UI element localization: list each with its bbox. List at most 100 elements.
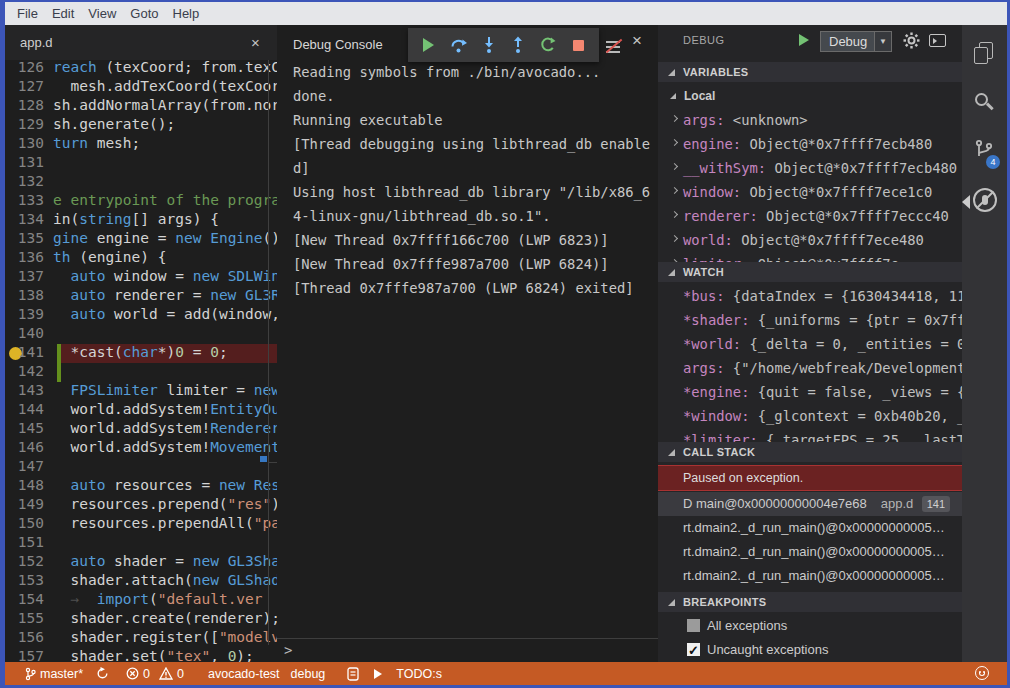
console-line: Reading symbols from ./bin/avocado... xyxy=(277,60,658,84)
expand-icon[interactable] xyxy=(671,187,678,194)
gear-icon[interactable] xyxy=(903,32,920,49)
step-out-button[interactable] xyxy=(508,35,528,55)
watch-row[interactable]: *world: {_delta = 0, _entities = 0… xyxy=(658,332,962,356)
project-item[interactable]: avocado-test xyxy=(208,667,280,681)
scope-local[interactable]: Local xyxy=(658,84,962,108)
todo-item[interactable]: TODO:s xyxy=(396,667,442,681)
variable-row[interactable]: args: <unknown> xyxy=(658,108,962,132)
open-console-icon[interactable] xyxy=(929,34,946,47)
checkbox[interactable] xyxy=(687,643,700,656)
code-line: 127 mesh.addTexCoord(texCoor xyxy=(5,77,277,96)
explorer-icon[interactable] xyxy=(973,42,995,66)
play-icon xyxy=(374,669,382,679)
expand-icon[interactable] xyxy=(671,235,678,242)
stop-button[interactable] xyxy=(568,35,588,55)
window-border-top xyxy=(0,0,1010,2)
stack-frame-row[interactable]: rt.dmain2._d_run_main()@0x00000000005… xyxy=(658,564,962,588)
watch-row[interactable]: args: {"/home/webfreak/Development… xyxy=(658,356,962,380)
step-over-button[interactable] xyxy=(449,35,469,55)
variable-row[interactable]: renderer: Object@*0x7ffff7eccc40 xyxy=(658,204,962,228)
continue-button[interactable] xyxy=(419,35,439,55)
breakpoint-row[interactable]: Uncaught exceptions xyxy=(658,638,962,662)
variable-row[interactable]: world: Object@*0x7ffff7ece480 xyxy=(658,228,962,252)
stack-frame-row[interactable]: D main@0x00000000004e7e68app.d141 xyxy=(658,492,962,516)
menu-view[interactable]: View xyxy=(81,6,123,21)
watch-row[interactable]: *bus: {dataIndex = {1630434418, 11… xyxy=(658,284,962,308)
code-text: sh.generate(); xyxy=(44,116,175,132)
variable-row[interactable]: __withSym: Object@*0x7ffff7ecb480 xyxy=(658,156,962,180)
line-number: 157 xyxy=(5,647,44,662)
errors-item[interactable]: 0 xyxy=(126,667,150,681)
start-debug-icon[interactable] xyxy=(799,34,809,46)
code-line: 135gine engine = new Engine() xyxy=(5,229,277,248)
watch-row[interactable]: *window: {_glcontext = 0xb40b20, _… xyxy=(658,404,962,428)
watch-row[interactable]: *limiter: {_targetFPS = 25, _lastT… xyxy=(658,428,962,442)
chevron-down-icon: ▼ xyxy=(874,32,891,51)
search-icon[interactable] xyxy=(973,92,995,116)
scm-badge: 4 xyxy=(986,155,1000,169)
debug-config-dropdown[interactable]: Debug ▼ xyxy=(820,31,892,52)
editor-scrollbar[interactable] xyxy=(268,60,269,645)
expand-icon[interactable] xyxy=(671,115,678,122)
code-text: auto world = add(window, xyxy=(44,306,277,322)
window-border-left xyxy=(0,0,5,688)
overview-cursor-marker xyxy=(260,456,267,462)
tab-app-d[interactable]: app.d × xyxy=(5,25,277,60)
console-input-divider xyxy=(277,638,658,639)
stack-frame-row[interactable]: rt.dmain2._d_run_main()@0x00000000005… xyxy=(658,540,962,564)
vscode-window: File Edit View Goto Help app.d × 126reac… xyxy=(0,0,1010,688)
line-number: 136 xyxy=(5,248,44,267)
menu-goto[interactable]: Goto xyxy=(123,6,165,21)
watch-row[interactable]: *shader: {_uniforms = {ptr = 0x7ff… xyxy=(658,308,962,332)
expand-icon[interactable] xyxy=(671,211,678,218)
section-header-watch[interactable]: WATCH xyxy=(658,262,962,282)
debug-mode-item[interactable]: debug xyxy=(291,667,326,681)
code-editor[interactable]: 126reach (texCoord; from.texC 127 mesh.a… xyxy=(5,60,277,662)
restart-button[interactable] xyxy=(538,35,558,55)
menu-help[interactable]: Help xyxy=(166,6,207,21)
variable-row[interactable]: engine: Object@*0x7ffff7ecb480 xyxy=(658,132,962,156)
variable-row[interactable]: window: Object@*0x7ffff7ece1c0 xyxy=(658,180,962,204)
code-line: 144 world.addSystem!EntityOu xyxy=(5,400,277,419)
console-line: done. xyxy=(277,84,658,108)
stack-frame-row[interactable]: rt.dmain2._d_run_main()@0x00000000005… xyxy=(658,516,962,540)
repl-prompt[interactable]: > xyxy=(284,642,292,658)
code-text xyxy=(44,458,53,474)
expand-icon[interactable] xyxy=(671,163,678,170)
sync-item[interactable] xyxy=(96,667,109,680)
close-icon[interactable]: × xyxy=(251,34,260,51)
section-header-call-stack[interactable]: CALL STACK xyxy=(658,442,962,462)
close-icon[interactable]: × xyxy=(632,31,642,51)
expand-icon[interactable] xyxy=(671,139,678,146)
line-number: 126 xyxy=(5,60,44,77)
menu-file[interactable]: File xyxy=(10,6,45,21)
step-into-button[interactable] xyxy=(479,35,499,55)
tab-title: app.d xyxy=(20,35,53,50)
console-line: d] xyxy=(277,156,658,180)
output-file-item[interactable] xyxy=(347,667,359,681)
section-header-breakpoints[interactable]: BREAKPOINTS xyxy=(658,592,962,612)
line-number: 140 xyxy=(5,324,44,343)
source-control-icon[interactable]: 4 xyxy=(973,138,997,164)
breakpoint-row[interactable]: All exceptions xyxy=(658,614,962,638)
variable-row[interactable]: limiter: Object@*0x7ffff7e xyxy=(658,252,962,262)
run-task-item[interactable] xyxy=(374,669,382,679)
watch-row[interactable]: *engine: {quit = false, _views = {… xyxy=(658,380,962,404)
collapse-icon xyxy=(670,93,676,99)
menu-edit[interactable]: Edit xyxy=(45,6,81,21)
debug-icon[interactable] xyxy=(973,188,997,212)
clear-console-icon[interactable] xyxy=(605,40,623,54)
error-icon xyxy=(126,667,139,680)
collapse-icon xyxy=(668,599,675,606)
line-number: 153 xyxy=(5,571,44,590)
code-line: 138 auto renderer = new GL3R xyxy=(5,286,277,305)
code-text: FPSLimiter limiter = new xyxy=(44,382,277,398)
section-header-variables[interactable]: VARIABLES xyxy=(658,62,962,82)
console-line: [Thread debugging using libthread_db ena… xyxy=(277,132,658,156)
warnings-item[interactable]: 0 xyxy=(159,667,184,681)
status-bar: master* 0 0 avocado-test debug TODO:s xyxy=(5,662,1007,685)
console-output[interactable]: Reading symbols from ./bin/avocado...don… xyxy=(277,60,658,300)
checkbox[interactable] xyxy=(687,619,700,632)
feedback-smiley-icon[interactable] xyxy=(975,666,989,680)
git-branch-item[interactable]: master* xyxy=(25,667,83,681)
